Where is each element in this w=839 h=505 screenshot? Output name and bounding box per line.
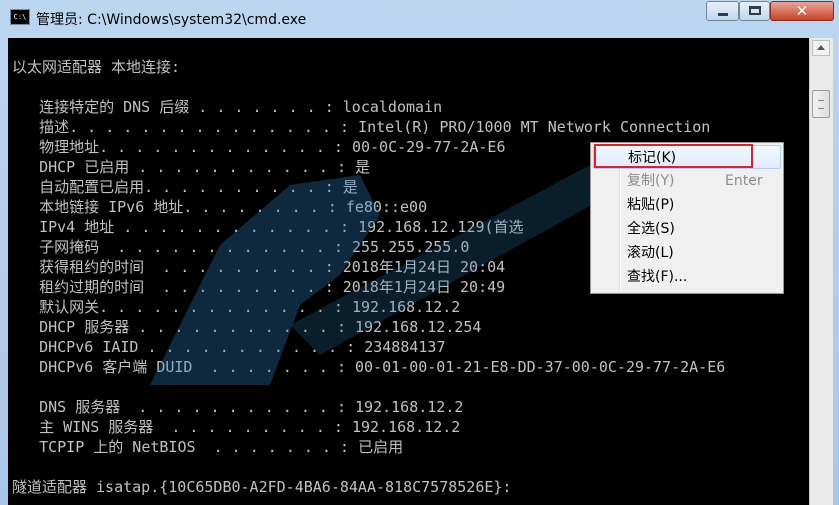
maximize-button[interactable] xyxy=(739,1,770,21)
minimize-button[interactable] xyxy=(706,1,739,21)
console-line: 隧道适配器 isatap.{10C65DB0-A2FD-4BA6-84AA-81… xyxy=(12,478,512,496)
vertical-scrollbar[interactable] xyxy=(809,38,833,505)
close-icon: ✕ xyxy=(795,2,809,20)
context-menu-item[interactable]: 滚动(L) xyxy=(593,241,781,265)
console-line: 子网掩码 . . . . . . . . . . . . : 255.255.2… xyxy=(12,238,470,256)
window-title: 管理员: C:\Windows\system32\cmd.exe xyxy=(36,12,307,28)
maximize-icon xyxy=(749,6,761,15)
menu-item-label: 粘贴(P) xyxy=(627,197,675,213)
cmd-app-icon[interactable]: C:\ xyxy=(10,9,30,25)
menu-item-label: 复制(Y) xyxy=(627,173,675,189)
close-button[interactable]: ✕ xyxy=(770,1,834,21)
console-line: DNS 服务器 . . . . . . . . . . . : 192.168.… xyxy=(12,398,464,416)
menu-item-shortcut: Enter xyxy=(725,173,763,189)
minimize-icon xyxy=(718,13,728,16)
console-line: 默认网关. . . . . . . . . . . . . : 192.168.… xyxy=(12,298,461,316)
console-line: 本地链接 IPv6 地址. . . . . . . . : fe80::e00 xyxy=(12,198,428,216)
context-menu-item[interactable]: 粘贴(P) xyxy=(593,193,781,217)
console-line: DHCPv6 IAID . . . . . . . . . . . : 2348… xyxy=(12,338,446,356)
scroll-up-arrow-icon[interactable] xyxy=(812,40,830,56)
console-line: TCPIP 上的 NetBIOS . . . . . . . : 已启用 xyxy=(12,438,404,456)
console-line: 以太网适配器 本地连接: xyxy=(12,58,181,76)
console-line: 自动配置已启用. . . . . . . . . . : 是 xyxy=(12,178,358,196)
menu-item-label: 全选(S) xyxy=(627,221,675,237)
console-line: 物理地址. . . . . . . . . . . . . : 00-0C-29… xyxy=(12,138,506,156)
console-line: 描述. . . . . . . . . . . . . . . : Intel(… xyxy=(12,118,711,136)
menu-item-label: 查找(F)... xyxy=(627,269,688,285)
cmd-window: C:\ 管理员: C:\Windows\system32\cmd.exe ✕ 以… xyxy=(0,0,839,505)
console-line: 连接特定的 DNS 后缀 . . . . . . . : localdomain xyxy=(12,98,443,116)
console-line: 获得租约的时间 . . . . . . . . . : 2018年1月24日 2… xyxy=(12,258,506,276)
context-menu-item[interactable]: 复制(Y) Enter xyxy=(593,169,781,193)
scrollbar-thumb[interactable] xyxy=(812,90,830,118)
console-line: 租约过期的时间 . . . . . . . . . : 2018年1月24日 2… xyxy=(12,278,506,296)
title-bar[interactable]: C:\ 管理员: C:\Windows\system32\cmd.exe ✕ xyxy=(0,0,839,38)
console-line: IPv4 地址 . . . . . . . . . . . . : 192.16… xyxy=(12,218,524,236)
highlight-annotation-box xyxy=(594,144,753,168)
console-line: DHCP 已启用 . . . . . . . . . . . : 是 xyxy=(12,158,371,176)
context-menu-item[interactable]: 查找(F)... xyxy=(593,265,781,289)
console-line: DHCP 服务器 . . . . . . . . . . . : 192.168… xyxy=(12,318,482,336)
console-line: 主 WINS 服务器 . . . . . . . . . : 192.168.1… xyxy=(12,418,461,436)
console-line: DHCPv6 客户端 DUID . . . . . . . : 00-01-00… xyxy=(12,358,726,376)
menu-item-label: 滚动(L) xyxy=(627,245,674,261)
context-menu-item[interactable]: 全选(S) xyxy=(593,217,781,241)
